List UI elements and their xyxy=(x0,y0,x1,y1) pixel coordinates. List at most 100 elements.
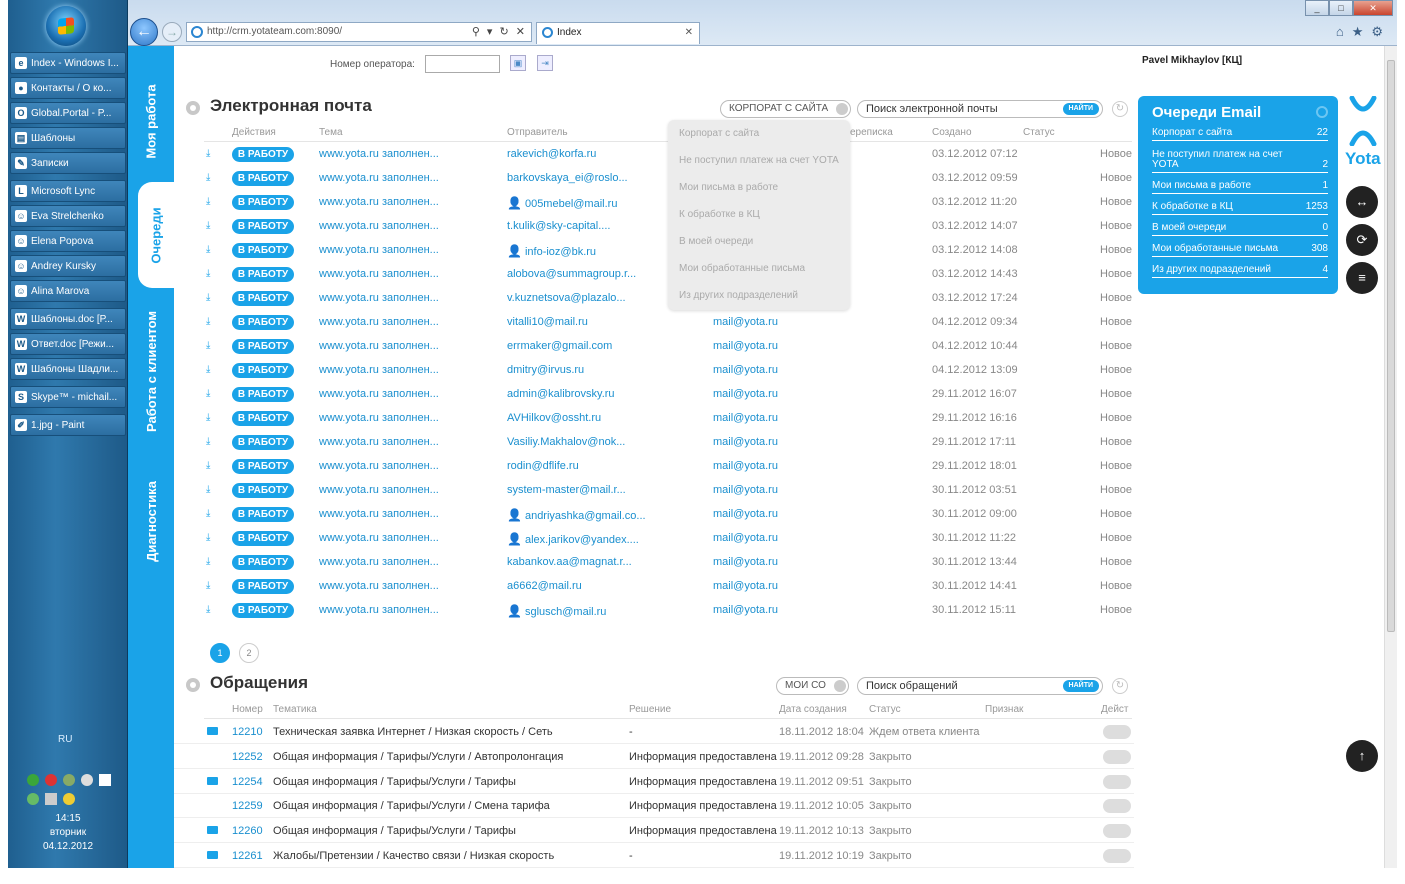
col-created[interactable]: Создано xyxy=(932,127,972,138)
filter-option[interactable]: Мои письма в работе xyxy=(679,182,778,193)
email-row[interactable]: ⤓ В РАБОТУ www.yota.ru заполнен... 👤 info-io… xyxy=(174,239,1134,263)
nav-my-work[interactable]: Моя работа xyxy=(128,66,174,176)
email-subject[interactable]: www.yota.ru заполнен... xyxy=(319,460,439,472)
email-refresh-icon[interactable]: ↻ xyxy=(1112,101,1128,117)
user-name[interactable]: Pavel Mikhaylov [КЦ] xyxy=(1142,55,1242,66)
email-filter-dropdown[interactable]: КОРПОРАТ С САЙТА xyxy=(720,100,852,118)
request-row[interactable]: 12252 Общая информация / Тарифы/Услуги / … xyxy=(174,745,1134,769)
taskbar-item[interactable]: S Skype™ - michail... xyxy=(10,386,126,408)
request-number[interactable]: 12259 xyxy=(232,800,263,812)
queue-item[interactable]: В моей очереди 0 xyxy=(1152,222,1328,236)
col-number[interactable]: Номер xyxy=(232,704,263,715)
request-action-button[interactable] xyxy=(1103,799,1131,814)
email-recipient[interactable]: mail@yota.ru xyxy=(713,388,778,400)
take-to-work-button[interactable]: В РАБОТУ xyxy=(232,603,294,618)
queue-refresh-icon[interactable] xyxy=(1316,106,1328,118)
requests-refresh-icon[interactable]: ↻ xyxy=(1112,678,1128,694)
col-correspondence[interactable]: ереписка xyxy=(850,127,893,138)
stop-tray-icon[interactable] xyxy=(45,774,57,786)
forward-button[interactable]: → xyxy=(162,22,182,42)
browser-tab[interactable]: Index ✕ xyxy=(536,22,700,44)
email-sender[interactable]: 👤 info-ioz@bk.ru xyxy=(507,244,596,258)
queue-item[interactable]: Не поступил платеж на счет YOTA 2 xyxy=(1152,150,1328,173)
request-number[interactable]: 12252 xyxy=(232,751,263,763)
email-subject[interactable]: www.yota.ru заполнен... xyxy=(319,364,439,376)
download-icon[interactable]: ⤓ xyxy=(206,364,210,375)
take-to-work-button[interactable]: В РАБОТУ xyxy=(232,483,294,498)
tab-close-icon[interactable]: ✕ xyxy=(685,23,693,43)
favorites-icon[interactable]: ★ xyxy=(1352,24,1372,39)
maximize-button[interactable]: □ xyxy=(1329,0,1353,16)
take-to-work-button[interactable]: В РАБОТУ xyxy=(232,315,294,330)
email-row[interactable]: ⤓ В РАБОТУ www.yota.ru заполнен... system-m… xyxy=(174,479,1134,503)
requests-find-button[interactable]: НАЙТИ xyxy=(1062,680,1099,692)
pen-tray-icon[interactable] xyxy=(63,793,75,805)
filter-option[interactable]: Не поступил платеж на счет YOTA xyxy=(679,155,839,166)
queue-item[interactable]: Корпорат с сайта 22 xyxy=(1152,127,1328,141)
request-row[interactable]: 12210 Техническая заявка Интернет / Низка… xyxy=(174,720,1134,744)
nav-diagnostics[interactable]: Диагностика xyxy=(128,456,174,586)
download-icon[interactable]: ⤓ xyxy=(206,268,210,279)
email-sender[interactable]: 👤 005mebel@mail.ru xyxy=(507,196,617,210)
take-to-work-button[interactable]: В РАБОТУ xyxy=(232,243,294,258)
collapse-email-icon[interactable] xyxy=(186,101,200,115)
email-row[interactable]: ⤓ В РАБОТУ www.yota.ru заполнен... 👤 005mebe… xyxy=(174,191,1134,215)
menu-icon[interactable]: ≡ xyxy=(1346,262,1378,294)
email-row[interactable]: ⤓ В РАБОТУ www.yota.ru заполнен... admin@ka… xyxy=(174,383,1134,407)
email-sender[interactable]: rodin@dflife.ru xyxy=(507,460,579,472)
col-topic[interactable]: Тематика xyxy=(273,704,317,715)
operator-number-input[interactable] xyxy=(425,55,500,73)
taskbar-item[interactable]: ● Контакты / О ко... xyxy=(10,77,126,99)
queue-item[interactable]: Из других подразделений 4 xyxy=(1152,264,1328,278)
download-icon[interactable]: ⤓ xyxy=(206,292,210,303)
email-row[interactable]: ⤓ В РАБОТУ www.yota.ru заполнен... 👤 sglusch… xyxy=(174,599,1134,623)
email-sender[interactable]: 👤 sglusch@mail.ru xyxy=(507,604,606,618)
email-subject[interactable]: www.yota.ru заполнен... xyxy=(319,388,439,400)
email-row[interactable]: ⤓ В РАБОТУ www.yota.ru заполнен... AVHilkov… xyxy=(174,407,1134,431)
collapse-requests-icon[interactable] xyxy=(186,678,200,692)
volume-tray-icon[interactable] xyxy=(81,774,93,786)
queue-item[interactable]: К обработке в КЦ 1253 xyxy=(1152,201,1328,215)
sync-tray-icon[interactable] xyxy=(27,793,39,805)
email-row[interactable]: ⤓ В РАБОТУ www.yota.ru заполнен... barkovsk… xyxy=(174,167,1134,191)
operator-save-icon[interactable]: ▣ xyxy=(510,55,526,71)
email-recipient[interactable]: mail@yota.ru xyxy=(713,316,778,328)
download-icon[interactable]: ⤓ xyxy=(206,220,210,231)
email-sender[interactable]: t.kulik@sky-capital.... xyxy=(507,220,610,232)
email-sender[interactable]: vitalli10@mail.ru xyxy=(507,316,588,328)
take-to-work-button[interactable]: В РАБОТУ xyxy=(232,555,294,570)
close-button[interactable]: ✕ xyxy=(1353,0,1393,16)
expand-horizontal-icon[interactable]: ↔ xyxy=(1346,186,1378,218)
email-subject[interactable]: www.yota.ru заполнен... xyxy=(319,412,439,424)
email-sender[interactable]: AVHilkov@ossht.ru xyxy=(507,412,601,424)
download-icon[interactable]: ⤓ xyxy=(206,580,210,591)
email-row[interactable]: ⤓ В РАБОТУ www.yota.ru заполнен... rodin@df… xyxy=(174,455,1134,479)
taskbar-item[interactable]: ✎ Записки xyxy=(10,152,126,174)
scrollbar-thumb[interactable] xyxy=(1387,60,1395,632)
email-sender[interactable]: admin@kalibrovsky.ru xyxy=(507,388,615,400)
page-scrollbar[interactable] xyxy=(1384,46,1397,868)
col-sender[interactable]: Отправитель xyxy=(507,127,568,138)
email-sender[interactable]: alobova@summagroup.r... xyxy=(507,268,636,280)
email-sender[interactable]: a6662@mail.ru xyxy=(507,580,582,592)
email-subject[interactable]: www.yota.ru заполнен... xyxy=(319,292,439,304)
refresh-icon[interactable]: ⟳ xyxy=(1346,224,1378,256)
download-icon[interactable]: ⤓ xyxy=(206,484,210,495)
request-row[interactable]: 12259 Общая информация / Тарифы/Услуги / … xyxy=(174,794,1134,819)
clock[interactable]: 14:15 вторник 04.12.2012 xyxy=(28,812,108,854)
email-subject[interactable]: www.yota.ru заполнен... xyxy=(319,148,439,160)
email-recipient[interactable]: mail@yota.ru xyxy=(713,532,778,544)
taskbar-item[interactable]: W Шаблоны.doc [Р... xyxy=(10,308,126,330)
request-row[interactable]: 12261 Жалобы/Претензии / Качество связи /… xyxy=(174,844,1134,868)
requests-filter-dropdown[interactable]: МОИ СО xyxy=(776,677,849,695)
email-sender[interactable]: Vasiliy.Makhalov@nok... xyxy=(507,436,625,448)
email-find-button[interactable]: НАЙТИ xyxy=(1062,103,1099,115)
email-row[interactable]: ⤓ В РАБОТУ www.yota.ru заполнен... errmaker… xyxy=(174,335,1134,359)
nav-client-work[interactable]: Работа с клиентом xyxy=(128,296,174,446)
email-row[interactable]: ⤓ В РАБОТУ www.yota.ru заполнен... alobova@… xyxy=(174,263,1134,287)
email-subject[interactable]: www.yota.ru заполнен... xyxy=(319,508,439,520)
network-tray-icon[interactable] xyxy=(63,774,75,786)
col-solution[interactable]: Решение xyxy=(629,704,671,715)
email-subject[interactable]: www.yota.ru заполнен... xyxy=(319,556,439,568)
email-recipient[interactable]: mail@yota.ru xyxy=(713,604,778,616)
